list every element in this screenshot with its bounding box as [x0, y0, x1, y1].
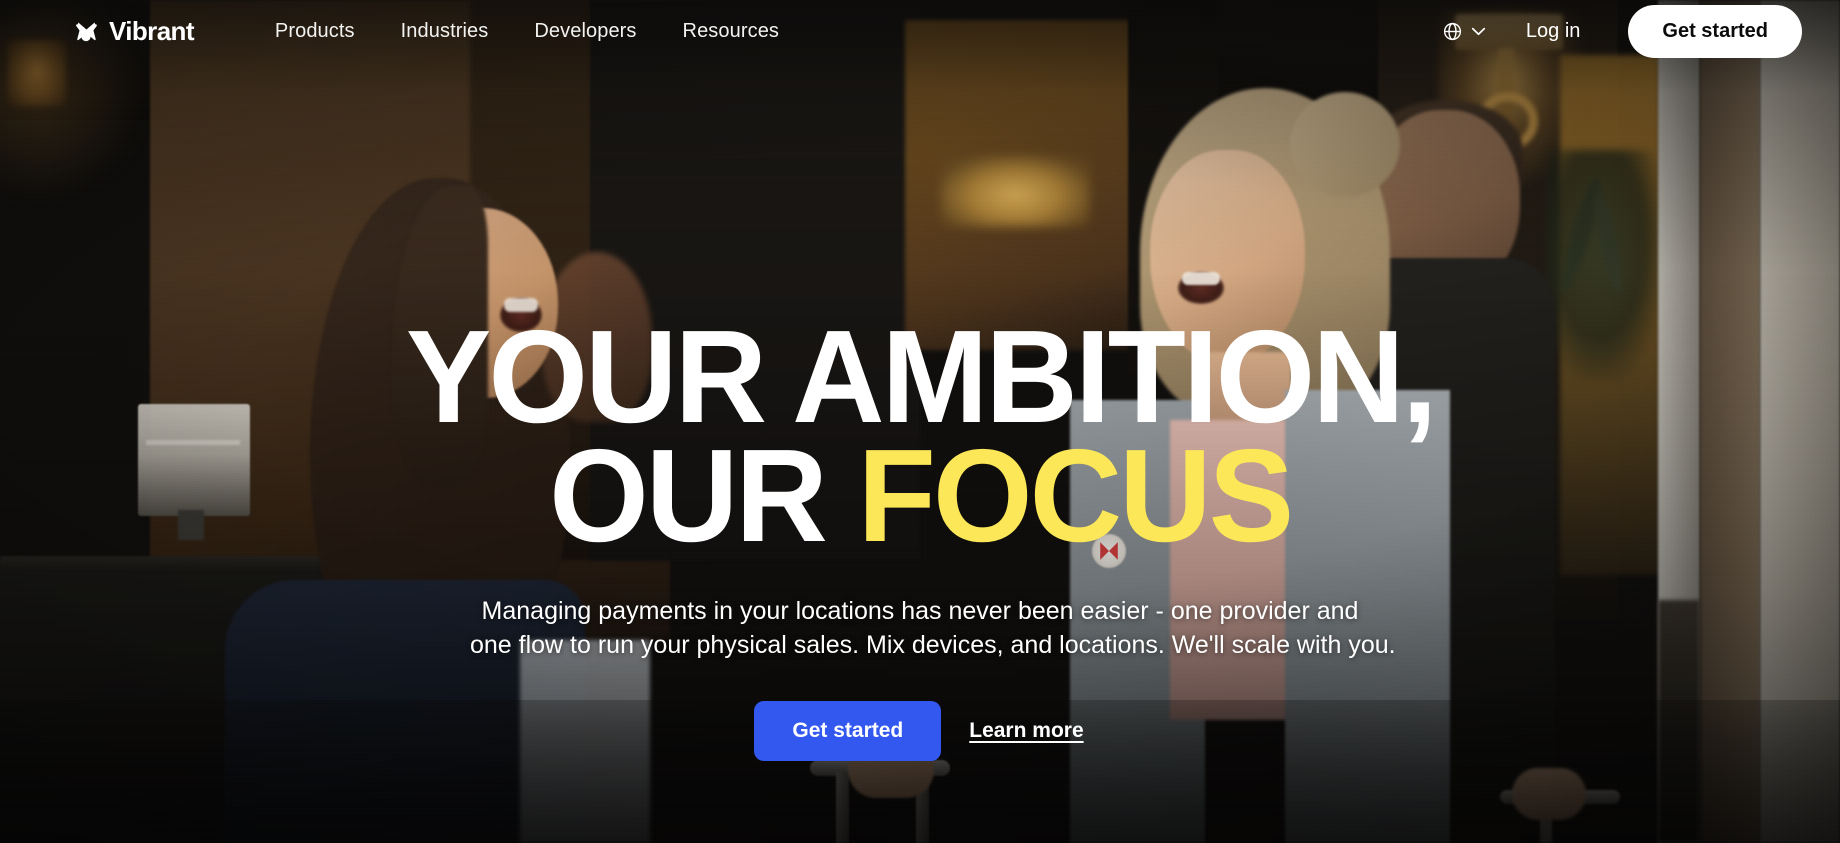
photo-person-blonde-bun: [1290, 92, 1400, 197]
header-get-started-button[interactable]: Get started: [1628, 4, 1802, 58]
main-navigation: Products Industries Developers Resources: [252, 11, 802, 51]
language-selector[interactable]: [1428, 13, 1500, 50]
nav-item-developers[interactable]: Developers: [511, 11, 659, 51]
headline-line-2-accent: FOCUS: [857, 421, 1294, 569]
header-actions: Log in Get started: [1428, 4, 1802, 58]
hero-subtitle: Managing payments in your locations has …: [470, 594, 1396, 663]
hero-headline: YOUR AMBITION, OUR FOCUS: [405, 303, 1438, 562]
login-link[interactable]: Log in: [1500, 10, 1607, 53]
vibrant-butterfly-mark-icon: [72, 17, 100, 45]
brand-name: Vibrant: [109, 15, 195, 46]
hero-learn-more-link[interactable]: Learn more: [967, 713, 1085, 749]
site-header: Vibrant Products Industries Developers R…: [0, 0, 1840, 62]
hero-get-started-button[interactable]: Get started: [754, 700, 942, 761]
photo-monitor-highlight: [146, 440, 240, 445]
photo-person-blonde-teeth: [1182, 272, 1220, 285]
hero-page: Vibrant Products Industries Developers R…: [0, 0, 1840, 843]
headline-line-1: YOUR AMBITION,: [405, 303, 1438, 450]
nav-item-industries[interactable]: Industries: [378, 11, 512, 51]
nav-item-resources[interactable]: Resources: [660, 11, 803, 51]
chevron-down-icon: [1471, 27, 1486, 36]
brand-logo[interactable]: Vibrant: [72, 15, 195, 47]
nav-item-products[interactable]: Products: [252, 11, 378, 51]
globe-icon: [1442, 21, 1463, 42]
photo-monitor-stand: [178, 510, 204, 540]
hero-cta-row: Get started Learn more: [754, 700, 1085, 761]
photo-lamp-glow: [940, 155, 1090, 227]
photo-monitor: [138, 404, 250, 516]
subtitle-line-1: Managing payments in your locations has …: [481, 596, 1359, 625]
headline-line-2-white: OUR: [548, 421, 858, 569]
headline-line-2: OUR FOCUS: [406, 429, 1435, 561]
subtitle-line-2: one flow to run your physical sales. Mix…: [470, 631, 1396, 660]
